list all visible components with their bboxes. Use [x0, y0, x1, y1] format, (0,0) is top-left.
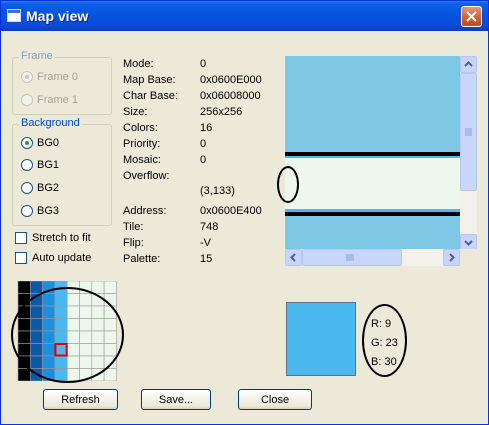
checkbox-box [15, 232, 27, 244]
close-icon [466, 11, 477, 22]
mosaic-label: Mosaic: [123, 154, 161, 166]
radio-bg1[interactable]: BG1 [21, 157, 59, 173]
address-label: Address: [123, 205, 167, 217]
color-swatch [286, 302, 356, 376]
tile-value: 748 [200, 221, 219, 233]
frame-group-legend: Frame [19, 50, 55, 62]
tile-pixel [103, 281, 117, 294]
radio-bg2[interactable]: BG2 [21, 180, 59, 196]
coords-readout: (3,133) [200, 185, 235, 197]
tile-pixel [17, 281, 31, 294]
horizontal-scroll-thumb[interactable] [302, 249, 402, 266]
radio-label: BG3 [37, 205, 60, 217]
size-value: 256x256 [200, 106, 243, 118]
flip-label: Flip: [123, 237, 144, 249]
checkbox-box [15, 252, 27, 264]
mode-value: 0 [200, 58, 207, 70]
map-view-window: Map view Frame Frame 0 Frame 1 Backgroun… [0, 0, 489, 425]
title-bar[interactable]: Map view [1, 1, 488, 31]
horizontal-scrollbar[interactable] [285, 249, 460, 266]
map-band-border-bottom [285, 212, 460, 216]
grip-icon [346, 254, 354, 261]
scrollbar-corner [460, 249, 477, 266]
auto-update-checkbox[interactable]: Auto update [15, 250, 91, 266]
checkbox-label: Stretch to fit [32, 232, 91, 244]
chevron-left-icon [290, 253, 296, 262]
radio-label: BG1 [37, 159, 60, 171]
checkbox-label: Auto update [32, 252, 92, 264]
window-close-button[interactable] [461, 6, 482, 27]
map-preview[interactable] [285, 56, 460, 261]
scroll-up-button[interactable] [460, 56, 477, 73]
radio-bg3[interactable]: BG3 [21, 203, 59, 219]
vertical-scrollbar[interactable] [460, 56, 477, 251]
map-band [285, 158, 460, 209]
chevron-down-icon [464, 240, 473, 246]
palette-label: Palette: [123, 253, 161, 265]
address-value: 0x0600E400 [200, 205, 262, 217]
priority-value: 0 [200, 138, 207, 150]
grip-icon [465, 128, 472, 136]
window-icon [7, 9, 21, 22]
tile-label: Tile: [123, 221, 144, 233]
radio-frame-1[interactable]: Frame 1 [21, 92, 78, 108]
stretch-to-fit-checkbox[interactable]: Stretch to fit [15, 230, 91, 246]
chevron-right-icon [449, 253, 455, 262]
radio-circle [21, 94, 33, 106]
scroll-right-button[interactable] [443, 249, 460, 266]
annotation-circle-rgb [362, 304, 407, 377]
palette-value: 15 [200, 253, 213, 265]
radio-label: BG2 [37, 182, 60, 194]
background-group: Background BG0 BG1 BG2 BG3 [12, 117, 112, 226]
char-base-label: Char Base: [123, 90, 179, 102]
map-base-value: 0x0600E000 [200, 74, 262, 86]
radio-circle [21, 137, 33, 149]
flip-value: -V [200, 237, 211, 249]
radio-dot-icon [25, 141, 29, 145]
mosaic-value: 0 [200, 154, 207, 166]
radio-frame-0[interactable]: Frame 0 [21, 69, 78, 85]
radio-circle [21, 71, 33, 83]
annotation-circle-tiles [11, 287, 124, 383]
scroll-left-button[interactable] [285, 249, 302, 266]
size-label: Size: [123, 106, 148, 118]
save-button[interactable]: Save... [141, 389, 211, 410]
radio-bg0[interactable]: BG0 [21, 135, 59, 151]
radio-label: Frame 0 [37, 71, 78, 83]
mode-label: Mode: [123, 58, 154, 70]
overflow-label: Overflow: [123, 170, 170, 182]
map-base-label: Map Base: [123, 74, 176, 86]
char-base-value: 0x06008000 [200, 90, 261, 102]
radio-circle [21, 205, 33, 217]
radio-dot-icon [25, 75, 29, 79]
dialog-content: Frame Frame 0 Frame 1 Background BG0 BG1 [4, 31, 485, 423]
tile-pixel [103, 368, 117, 381]
window-title: Map view [26, 8, 89, 24]
frame-group: Frame Frame 0 Frame 1 [12, 50, 112, 115]
priority-label: Priority: [123, 138, 161, 150]
chevron-up-icon [464, 61, 473, 67]
background-group-legend: Background [19, 117, 82, 129]
radio-label: BG0 [37, 137, 60, 149]
radio-label: Frame 1 [37, 94, 78, 106]
vertical-scroll-thumb[interactable] [460, 73, 477, 191]
close-button[interactable]: Close [238, 389, 312, 410]
colors-label: Colors: [123, 122, 158, 134]
refresh-button[interactable]: Refresh [43, 389, 118, 410]
radio-circle [21, 159, 33, 171]
radio-circle [21, 182, 33, 194]
colors-value: 16 [200, 122, 213, 134]
annotation-circle-map [277, 166, 299, 203]
